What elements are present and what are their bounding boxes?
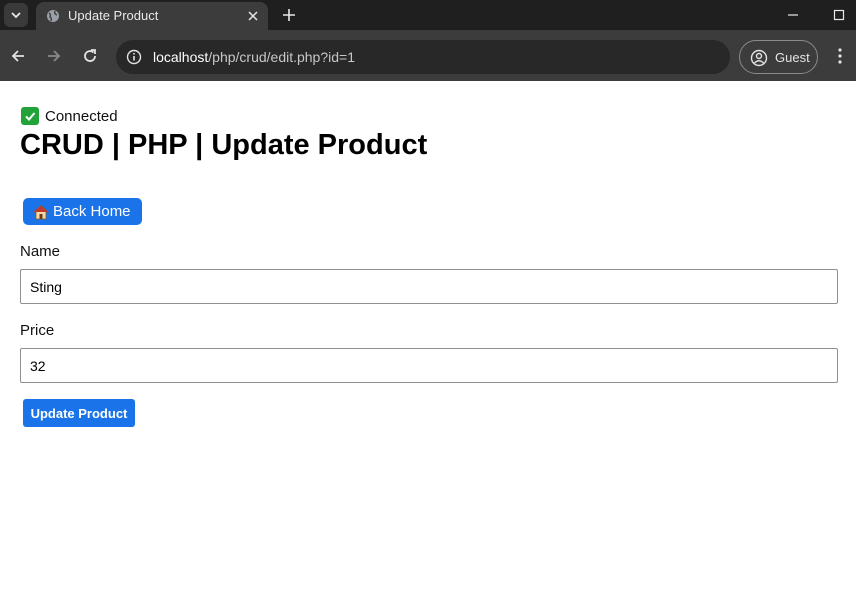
price-input[interactable] xyxy=(20,348,838,383)
profile-label: Guest xyxy=(775,50,810,65)
tab-close-button[interactable] xyxy=(244,7,262,25)
update-product-button[interactable]: Update Product xyxy=(23,399,135,427)
tab-update-product[interactable]: Update Product xyxy=(36,2,268,30)
connection-status: Connected xyxy=(21,107,118,125)
close-icon xyxy=(248,11,258,21)
plus-icon xyxy=(283,9,295,21)
new-tab-button[interactable] xyxy=(278,4,300,26)
house-icon xyxy=(33,204,49,219)
back-nav-button[interactable] xyxy=(6,44,30,68)
arrow-right-icon xyxy=(48,50,61,62)
price-label: Price xyxy=(20,322,55,339)
page-title: CRUD | PHP | Update Product xyxy=(20,129,428,161)
name-input[interactable] xyxy=(20,269,838,304)
url-text: localhost/php/crud/edit.php?id=1 xyxy=(153,49,355,65)
forward-nav-button[interactable] xyxy=(42,44,66,68)
name-label: Name xyxy=(20,243,61,260)
arrow-left-icon xyxy=(11,50,24,62)
browser-menu-button[interactable] xyxy=(829,44,851,68)
url-path: /php/crud/edit.php?id=1 xyxy=(208,49,355,65)
unused xyxy=(770,0,816,30)
page-content: Connected CRUD | PHP | Update Product Ba… xyxy=(0,81,856,596)
maximize-icon xyxy=(833,9,845,21)
back-home-button[interactable]: Back Home xyxy=(23,198,142,225)
maximize-button[interactable] xyxy=(816,0,856,30)
status-text: Connected xyxy=(45,107,118,125)
more-vertical-icon xyxy=(838,48,842,64)
tab-title: Update Product xyxy=(68,8,159,23)
info-icon xyxy=(126,49,142,65)
profile-button[interactable]: Guest xyxy=(739,40,818,74)
reload-button[interactable] xyxy=(78,44,102,68)
globe-icon xyxy=(47,10,59,22)
check-icon xyxy=(21,107,39,125)
site-info-button[interactable] xyxy=(124,47,144,67)
reload-icon xyxy=(84,49,96,62)
back-home-label: Back Home xyxy=(53,203,131,220)
browser-toolbar: localhost/php/crud/edit.php?id=1 Guest xyxy=(0,30,856,81)
profile-icon xyxy=(750,49,768,67)
browser-tabstrip: Update Product xyxy=(0,0,856,30)
url-host: localhost xyxy=(153,49,209,65)
address-bar[interactable]: localhost/php/crud/edit.php?id=1 xyxy=(116,40,730,74)
chevron-down-icon xyxy=(11,12,21,19)
tab-search-button[interactable] xyxy=(4,3,28,27)
